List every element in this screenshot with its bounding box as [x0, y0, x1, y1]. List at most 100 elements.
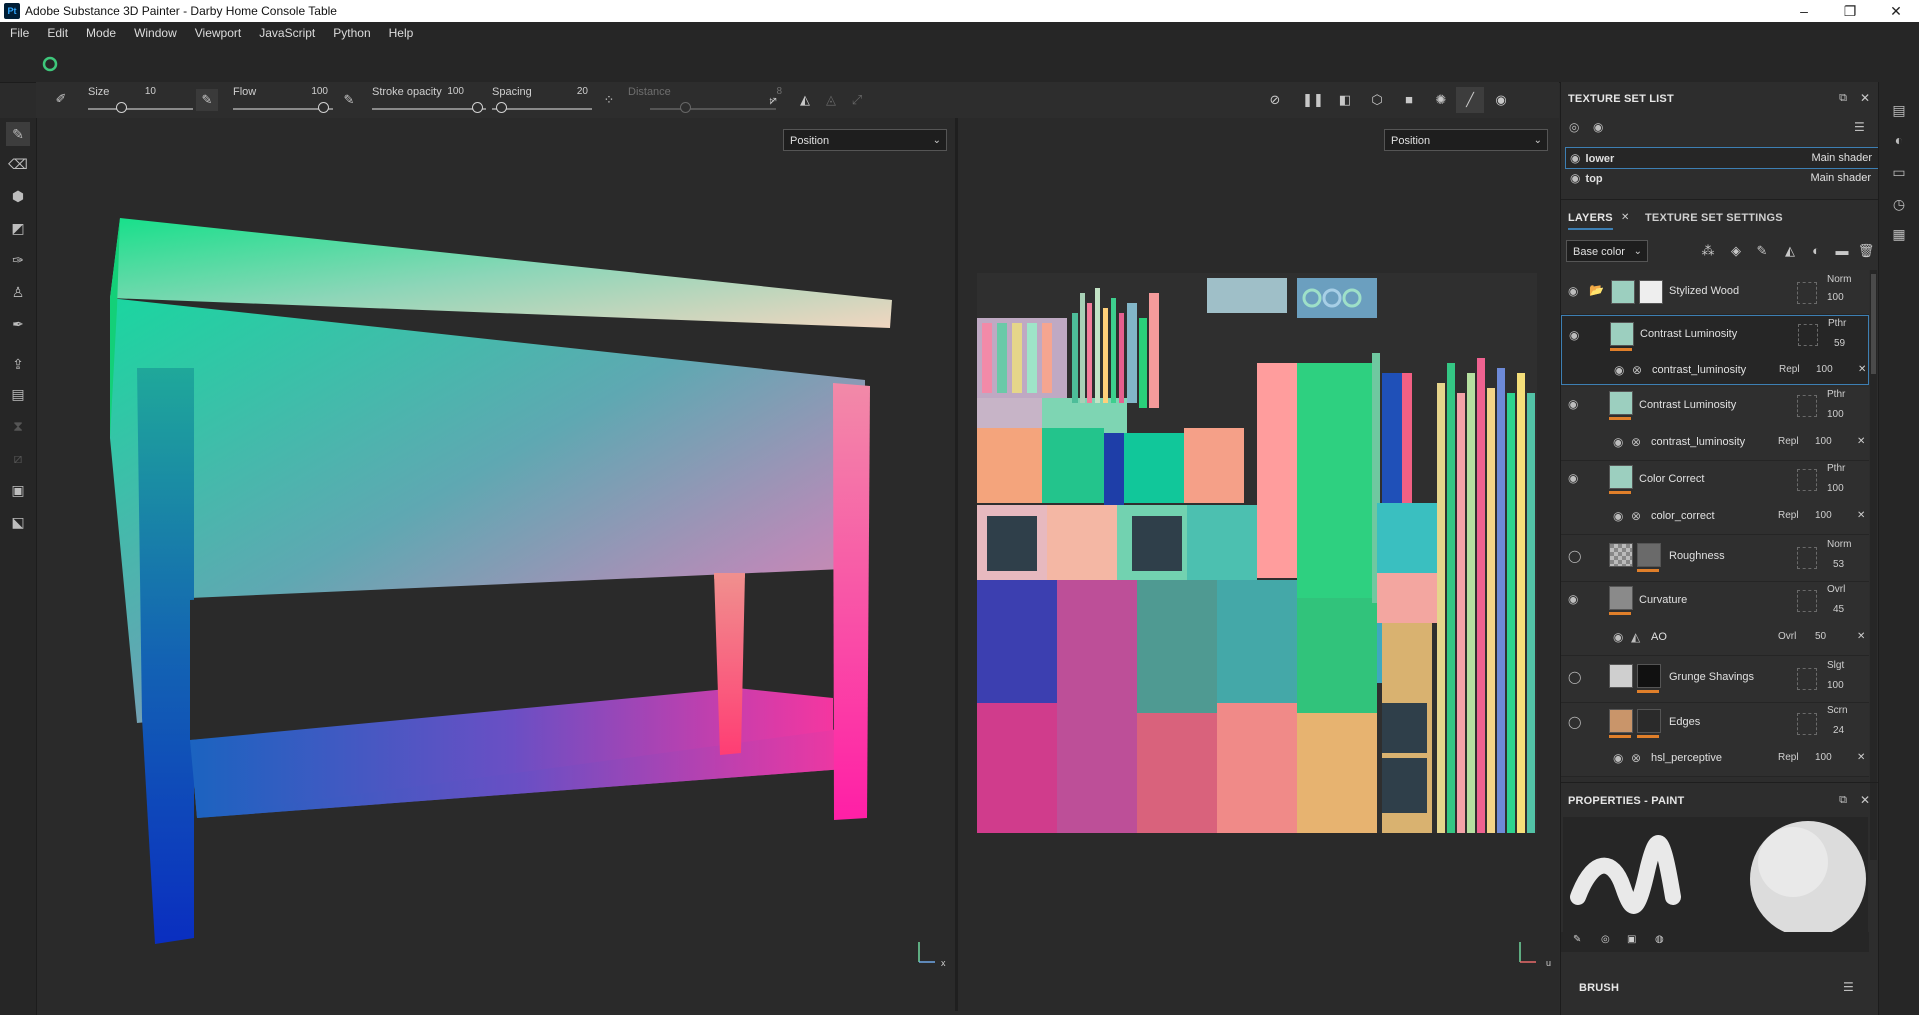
- add-fill-layer-icon[interactable]: ◭: [1779, 240, 1801, 262]
- spacing-slider-handle[interactable]: [496, 102, 507, 113]
- menu-edit[interactable]: Edit: [37, 22, 76, 40]
- mirror-icon[interactable]: ◬: [820, 89, 842, 111]
- alpha-icon[interactable]: ◎: [1601, 934, 1610, 945]
- close-tab-icon[interactable]: ✕: [1621, 212, 1629, 223]
- spacing-slider-track[interactable]: [492, 108, 592, 110]
- blend-mode[interactable]: Pthr: [1827, 389, 1845, 400]
- blend-mode[interactable]: Pthr: [1828, 318, 1846, 329]
- close-panel-icon[interactable]: ✕: [1854, 87, 1876, 109]
- layer-row-selected[interactable]: ◉ Contrast Luminosity Pthr 59 ◉ ⊗ contra…: [1561, 315, 1869, 385]
- layer-mask-slot[interactable]: [1797, 547, 1817, 569]
- projection-icon[interactable]: ⬢: [6, 184, 30, 208]
- layer-mask-slot[interactable]: [1798, 324, 1818, 346]
- menu-window[interactable]: Window: [124, 22, 185, 40]
- menu-python[interactable]: Python: [323, 22, 378, 40]
- symmetry-icon[interactable]: ◭: [794, 89, 816, 111]
- eye-open-outline-icon[interactable]: ◯: [1568, 715, 1581, 729]
- menu-help[interactable]: Help: [379, 22, 422, 40]
- blend-mode[interactable]: Slgt: [1827, 660, 1844, 671]
- bake-icon[interactable]: ⇪: [6, 352, 30, 376]
- clone-icon[interactable]: ♙: [6, 280, 30, 304]
- eye-icon[interactable]: ◉: [1613, 751, 1623, 765]
- polygon-fill-icon[interactable]: ◩: [6, 216, 30, 240]
- layer-row[interactable]: ◯ Roughness Norm 53: [1561, 535, 1869, 582]
- close-button[interactable]: ✕: [1873, 0, 1919, 22]
- blend-mode[interactable]: Norm: [1827, 274, 1851, 285]
- effect-blend-mode[interactable]: Repl: [1778, 752, 1799, 763]
- effect-opacity[interactable]: 100: [1815, 752, 1832, 763]
- brush-preset-icon[interactable]: ✐: [50, 88, 72, 110]
- stroke-opacity-slider-track[interactable]: [372, 108, 486, 110]
- layer-opacity[interactable]: 100: [1827, 680, 1844, 691]
- color-picker-icon[interactable]: ✒: [6, 312, 30, 336]
- layer-row[interactable]: ◉ Color Correct Pthr 100 ◉ ⊗ color_corre…: [1561, 461, 1869, 535]
- delete-icon[interactable]: 🗑: [1855, 240, 1877, 262]
- layer-mask-slot[interactable]: [1797, 395, 1817, 417]
- viewport-2d-channel-dropdown[interactable]: Position ⌄: [1384, 129, 1548, 151]
- eye-icon[interactable]: ◉: [1613, 435, 1623, 449]
- display-settings-icon[interactable]: ◐: [1887, 128, 1911, 152]
- layer-opacity[interactable]: 100: [1827, 409, 1844, 420]
- layer-mask-slot[interactable]: [1797, 469, 1817, 491]
- remove-effect-icon[interactable]: ✕: [1857, 631, 1865, 642]
- measure-icon[interactable]: ▣: [6, 478, 30, 502]
- layer-opacity[interactable]: 24: [1833, 725, 1844, 736]
- channel-dropdown[interactable]: Base color ⌄: [1566, 240, 1648, 262]
- effect-blend-mode[interactable]: Ovrl: [1778, 631, 1796, 642]
- menu-icon[interactable]: ☰: [1843, 980, 1854, 994]
- effects-icon[interactable]: ⁂: [1697, 240, 1719, 262]
- stencil-icon[interactable]: ▣: [1627, 934, 1636, 945]
- layer-row[interactable]: ◉ Contrast Luminosity Pthr 100 ◉ ⊗ contr…: [1561, 387, 1869, 461]
- stroke-opacity-value[interactable]: 100: [434, 86, 464, 97]
- remove-effect-icon[interactable]: ✕: [1857, 510, 1865, 521]
- layer-mask-slot[interactable]: [1797, 282, 1817, 304]
- brush-icon[interactable]: ✎: [1573, 934, 1581, 945]
- blend-mode[interactable]: Norm: [1827, 539, 1851, 550]
- effect-opacity[interactable]: 100: [1815, 436, 1832, 447]
- remove-effect-icon[interactable]: ✕: [1858, 364, 1866, 375]
- viewport-2d[interactable]: Position ⌄ u: [958, 118, 1559, 1011]
- layer-mask-slot[interactable]: [1797, 590, 1817, 612]
- eye-icon[interactable]: ◉: [1593, 120, 1603, 134]
- undock-icon[interactable]: ⧉: [1832, 87, 1854, 109]
- menu-file[interactable]: File: [0, 22, 37, 40]
- minimize-button[interactable]: –: [1781, 0, 1827, 22]
- layer-opacity[interactable]: 45: [1833, 604, 1844, 615]
- stroke-opacity-slider-handle[interactable]: [472, 102, 483, 113]
- folder-icon[interactable]: 📂: [1589, 283, 1604, 297]
- lazy-mouse-icon[interactable]: ⁘: [598, 89, 620, 111]
- flow-value[interactable]: 100: [298, 86, 328, 97]
- tab-layers[interactable]: LAYERS: [1568, 212, 1613, 230]
- pause-icon[interactable]: ❚❚: [1302, 89, 1324, 111]
- uv-tool-icon[interactable]: ⬕: [6, 510, 30, 534]
- material-icon[interactable]: ◍: [1655, 934, 1664, 945]
- eye-icon[interactable]: ◉: [1568, 284, 1578, 298]
- eye-icon[interactable]: ◉: [1613, 509, 1623, 523]
- eye-open-outline-icon[interactable]: ◯: [1568, 670, 1581, 684]
- add-folder-icon[interactable]: ▬: [1831, 240, 1853, 262]
- add-mask-icon[interactable]: ◐: [1805, 240, 1827, 262]
- plugin-icon[interactable]: [42, 56, 58, 72]
- eye-off-icon[interactable]: ◎: [1569, 120, 1579, 134]
- history-icon[interactable]: ◷: [1887, 192, 1911, 216]
- eye-icon[interactable]: ◉: [1570, 151, 1580, 165]
- ray-icon[interactable]: ✺: [1430, 89, 1452, 111]
- effect-blend-mode[interactable]: Repl: [1778, 510, 1799, 521]
- menu-viewport[interactable]: Viewport: [185, 22, 249, 40]
- eye-icon[interactable]: ◉: [1613, 630, 1623, 644]
- layer-row[interactable]: ◯ Grunge Shavings Slgt 100: [1561, 656, 1869, 703]
- undock-icon[interactable]: ⧉: [1832, 789, 1854, 811]
- paint-brush-icon[interactable]: ✎: [6, 122, 30, 146]
- menu-icon[interactable]: ☰: [1854, 120, 1865, 134]
- add-paint-layer-icon[interactable]: ✎: [1751, 240, 1773, 262]
- size-slider-handle[interactable]: [116, 102, 127, 113]
- layer-scrollbar[interactable]: [1870, 270, 1877, 860]
- layer-opacity[interactable]: 59: [1834, 338, 1845, 349]
- texture-set-dock-icon[interactable]: ▤: [1887, 98, 1911, 122]
- paint-mode-icon[interactable]: ╱: [1456, 87, 1484, 113]
- effect-opacity[interactable]: 100: [1815, 510, 1832, 521]
- effect-opacity[interactable]: 100: [1816, 364, 1833, 375]
- blend-mode[interactable]: Pthr: [1827, 463, 1845, 474]
- texture-set-top[interactable]: ◉ top Main shader: [1565, 168, 1877, 188]
- mask-icon[interactable]: ◈: [1725, 240, 1747, 262]
